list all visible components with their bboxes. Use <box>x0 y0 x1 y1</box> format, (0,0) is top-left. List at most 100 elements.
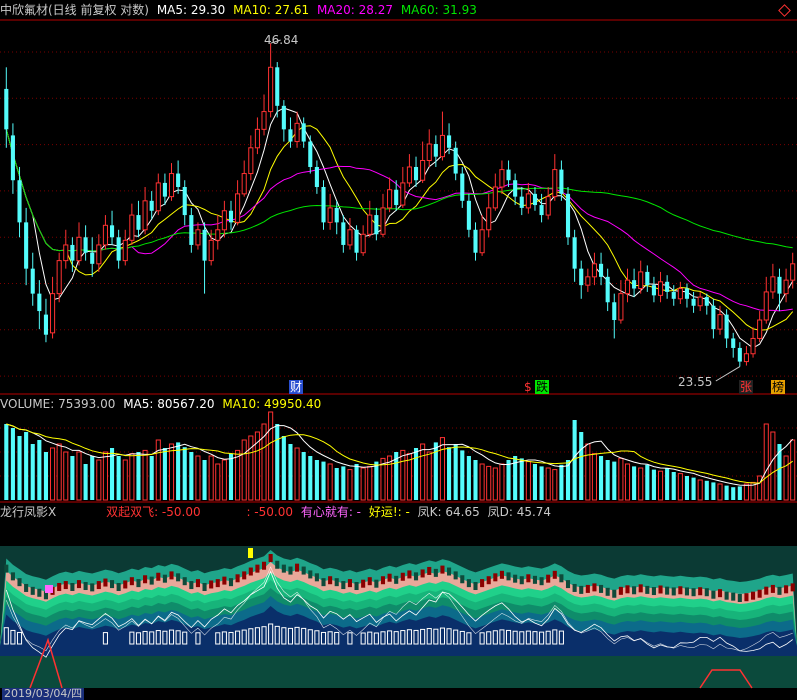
candle-body <box>433 144 438 157</box>
indicator-block <box>209 580 214 589</box>
indicator-block <box>532 575 538 584</box>
indicator-block <box>499 570 504 579</box>
volume-bar <box>288 444 293 500</box>
candle-body <box>704 297 709 306</box>
volume-bar <box>704 480 709 500</box>
candle-body <box>413 166 419 181</box>
volume-bar <box>221 459 227 501</box>
candle-body <box>308 141 313 167</box>
date-label: 2019/03/04/四 <box>2 687 85 700</box>
volume-bar <box>90 456 95 500</box>
volume-bar <box>241 439 247 501</box>
volume-bar <box>50 447 56 501</box>
candle-body <box>684 288 690 299</box>
volume-bar <box>334 468 339 500</box>
indicator-block <box>4 564 9 573</box>
haoyun-readout: 好运!: - <box>368 505 410 519</box>
candle-body <box>612 302 617 321</box>
candle-body <box>10 135 15 181</box>
indicator-block <box>731 592 736 601</box>
candle-body <box>76 236 82 262</box>
volume-bar <box>466 456 471 500</box>
volume-bar <box>743 483 749 501</box>
candle-body <box>96 244 102 265</box>
indicator-block <box>546 574 551 583</box>
indicator-block <box>651 587 656 596</box>
volume-bar <box>532 464 538 500</box>
candle-body <box>102 224 108 246</box>
die-marker: 跌 <box>535 380 550 394</box>
ma60-line <box>5 129 793 252</box>
volume-bar <box>327 463 333 501</box>
volume-bar <box>275 424 280 500</box>
indicator-block <box>176 573 181 582</box>
indicator-block <box>143 575 148 584</box>
volume-bar <box>83 464 88 500</box>
volume-bar <box>281 436 286 500</box>
indicator-block <box>757 589 762 598</box>
candle-body <box>624 279 631 295</box>
candle-body <box>711 305 716 330</box>
vol-ma5-readout: MA5: 80567.20 <box>123 397 215 411</box>
candle-body <box>420 159 426 181</box>
indicator-header: 龙行凤影X 双起双飞: -50.00 : -50.00 有心就有: - 好运!:… <box>0 504 797 520</box>
volume-bar <box>102 451 108 501</box>
candle-body <box>70 244 75 261</box>
volume-bar <box>4 424 9 500</box>
indicator-block <box>592 583 597 592</box>
candle-body <box>651 285 656 296</box>
volume-bar <box>176 442 181 500</box>
volume-bar <box>294 447 300 501</box>
candle-body <box>122 239 128 262</box>
moving-average-lines <box>5 107 794 349</box>
candle-body <box>63 244 69 262</box>
volume-bar <box>43 452 49 500</box>
volume-bar <box>155 439 161 501</box>
candle-body <box>539 205 544 216</box>
indicator-block <box>684 587 690 596</box>
indicator-block <box>96 581 101 590</box>
candlesticks <box>4 43 796 367</box>
volume-bar <box>426 451 432 501</box>
indicator-block <box>242 571 247 580</box>
indicator-block <box>744 593 749 602</box>
ma20-readout: MA20: 28.27 <box>316 3 393 17</box>
volume-bar <box>367 465 373 501</box>
candle-body <box>572 237 577 269</box>
candle-body <box>83 237 88 253</box>
volume-bar <box>215 463 221 501</box>
volume-bar <box>208 455 214 501</box>
indicator-block <box>632 586 637 595</box>
indicator-block <box>17 578 22 587</box>
indicator-block <box>433 568 438 577</box>
volume-bar <box>162 448 167 500</box>
candle-body <box>645 271 650 286</box>
indicator-block <box>70 582 75 591</box>
volume-bar <box>413 448 419 500</box>
indicator-block <box>671 587 676 596</box>
volume-bar <box>552 469 558 501</box>
indicator-block <box>599 584 604 593</box>
volume-bar <box>783 455 789 501</box>
candle-body <box>50 293 56 334</box>
candle-body <box>731 338 736 348</box>
candle-body <box>354 229 359 253</box>
candle-body <box>657 281 664 296</box>
volume-bar <box>70 456 75 500</box>
candle-body <box>717 314 723 330</box>
candle-body <box>460 173 465 201</box>
indicator-block <box>136 579 141 588</box>
candle-body <box>466 200 471 230</box>
volume-bar <box>136 452 141 500</box>
volume-bar <box>63 451 69 501</box>
signal-marker <box>248 548 253 558</box>
indicator-block <box>711 590 716 599</box>
volume-bar <box>638 467 644 501</box>
volume-bar <box>539 466 544 500</box>
candle-body <box>499 169 505 188</box>
indicator-block <box>281 564 286 573</box>
candle-body <box>552 169 558 198</box>
candle-body <box>447 135 452 148</box>
price-header: 中欣氟材(日线 前复权 对数) MA5: 29.30 MA10: 27.61 M… <box>0 2 797 18</box>
indicator-block <box>717 589 723 598</box>
